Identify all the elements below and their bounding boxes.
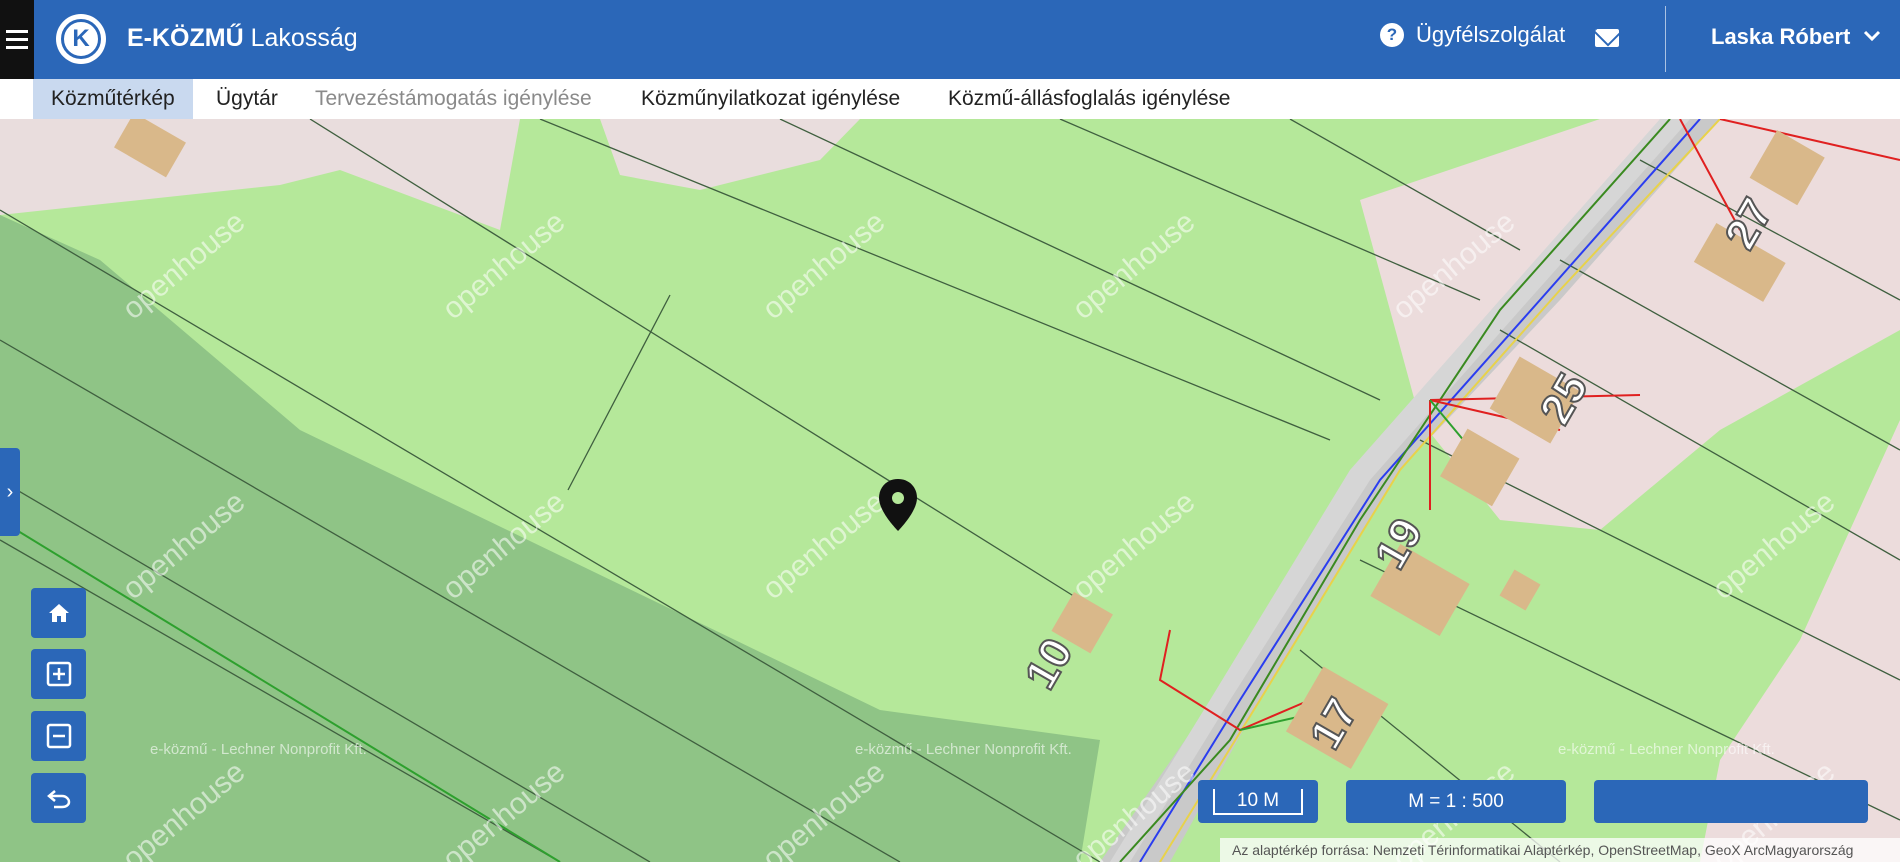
logo-letter: K bbox=[61, 19, 101, 59]
undo-button[interactable] bbox=[31, 773, 86, 823]
tab-kozmunyilatkozat[interactable]: Közműnyilatkozat igénylése bbox=[641, 79, 900, 119]
residential-area bbox=[0, 119, 520, 230]
mail-icon[interactable] bbox=[1595, 29, 1619, 47]
scale-ratio[interactable]: M = 1 : 500 bbox=[1346, 780, 1566, 823]
tab-tervezestamogatas[interactable]: Tervezéstámogatás igénylése bbox=[315, 79, 592, 119]
coordinate-display bbox=[1594, 780, 1868, 823]
map-copyright: e-közmű - Lechner Nonprofit Kft. bbox=[855, 741, 1072, 758]
zoom-out-button[interactable] bbox=[31, 711, 86, 761]
header-divider bbox=[1665, 6, 1666, 72]
app-subtitle: Lakosság bbox=[250, 24, 358, 52]
help-label: Ügyfélszolgálat bbox=[1416, 22, 1566, 47]
map-attribution: Az alaptérkép forrása: Nemzeti Térinform… bbox=[1220, 838, 1900, 862]
tab-kozmu-allasfoglalas[interactable]: Közmű-állásfoglalás igénylése bbox=[948, 79, 1231, 119]
map-canvas[interactable]: 27 25 19 10 17 openhouse openhouse openh… bbox=[0, 119, 1900, 862]
help-icon: ? bbox=[1380, 23, 1404, 47]
help-link[interactable]: ? Ügyfélszolgálat bbox=[1380, 22, 1565, 48]
chevron-right-icon: › bbox=[6, 480, 14, 503]
undo-icon bbox=[46, 790, 70, 809]
menu-icon[interactable] bbox=[0, 0, 34, 79]
scale-bar-label: 10 M bbox=[1212, 788, 1304, 815]
nav-bar: Közműtérkép Ügytár Tervezéstámogatás igé… bbox=[0, 79, 1900, 119]
residential-area bbox=[600, 119, 860, 190]
tab-kozmuterkep[interactable]: Közműtérkép bbox=[33, 79, 193, 119]
location-pin-icon[interactable] bbox=[877, 477, 919, 533]
chevron-down-icon[interactable] bbox=[1861, 24, 1883, 46]
top-bar: K E-KÖZMŰ Lakosság ? Ügyfélszolgálat Las… bbox=[0, 0, 1900, 79]
app-title: E-KÖZMŰ Lakosság bbox=[127, 24, 358, 53]
home-icon bbox=[48, 604, 69, 622]
home-button[interactable] bbox=[31, 588, 86, 638]
scale-bar: 10 M bbox=[1198, 780, 1318, 823]
app-brand: E-KÖZMŰ bbox=[127, 24, 244, 52]
side-panel-toggle[interactable]: › bbox=[0, 448, 20, 536]
map-copyright: e-közmű - Lechner Nonprofit Kft. bbox=[1558, 741, 1775, 758]
logo[interactable]: K bbox=[56, 14, 106, 64]
tab-ugytar[interactable]: Ügytár bbox=[216, 79, 278, 119]
user-name[interactable]: Laska Róbert bbox=[1711, 24, 1850, 50]
building bbox=[1499, 569, 1541, 611]
zoom-in-icon bbox=[46, 661, 71, 687]
map-copyright: e-közmű - Lechner Nonprofit Kft. bbox=[150, 741, 367, 758]
zoom-out-icon bbox=[46, 723, 71, 749]
zoom-in-button[interactable] bbox=[31, 649, 86, 699]
